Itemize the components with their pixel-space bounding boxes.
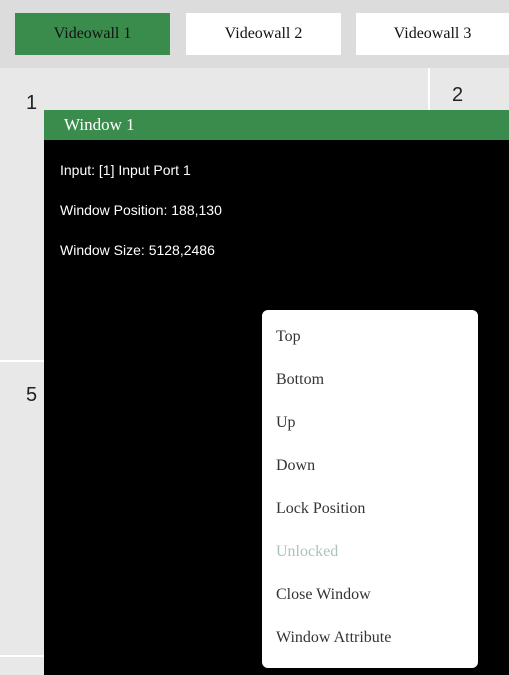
window-position-label: Window Position: 188,130 [60, 202, 222, 218]
tab-videowall-2[interactable]: Videowall 2 [186, 13, 341, 55]
videowall-tab-bar: Videowall 1 Videowall 2 Videowall 3 [0, 0, 509, 68]
menu-item-top[interactable]: Top [276, 326, 301, 348]
menu-item-unlocked: Unlocked [276, 543, 339, 560]
window-title: Window 1 [64, 115, 135, 134]
menu-item-down[interactable]: Down [276, 455, 315, 477]
menu-item-bottom[interactable]: Bottom [276, 369, 324, 391]
window-input-label: Input: [1] Input Port 1 [60, 162, 191, 178]
menu-item-close-window[interactable]: Close Window [276, 584, 371, 606]
window-size-label: Window Size: 5128,2486 [60, 242, 215, 258]
menu-item-window-attribute[interactable]: Window Attribute [276, 627, 391, 649]
menu-item-lock-position[interactable]: Lock Position [276, 498, 365, 520]
cell-number-2: 2 [452, 84, 464, 106]
cell-number-5: 5 [26, 384, 38, 406]
tab-videowall-3[interactable]: Videowall 3 [356, 13, 509, 55]
tab-videowall-1[interactable]: Videowall 1 [15, 13, 170, 55]
menu-item-up[interactable]: Up [276, 412, 296, 434]
cell-number-1: 1 [26, 92, 38, 114]
window-title-bar[interactable]: Window 1 [44, 110, 509, 140]
context-menu: Top Bottom Up Down Lock Position Unlocke… [262, 310, 478, 668]
